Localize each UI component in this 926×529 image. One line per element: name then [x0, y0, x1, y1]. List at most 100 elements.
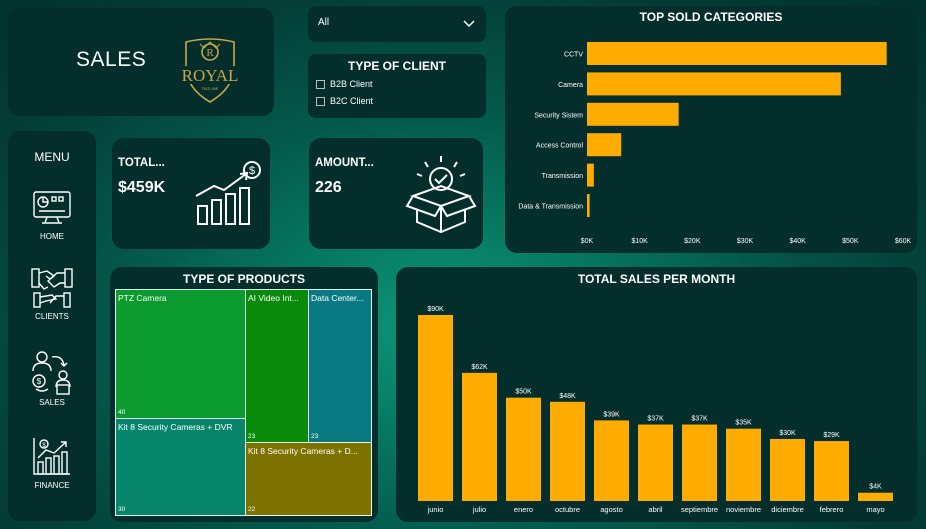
data-label: $30K [779, 430, 796, 437]
treemap-cell[interactable]: Kit 8 Security Cameras + DVR 30 [115, 418, 246, 516]
side-menu: MENU HOME CLIENTS $ SALES $ FINANCE [8, 131, 96, 521]
month-label: enero [514, 505, 533, 514]
growth-chart-icon: $ [195, 161, 261, 225]
x-tick-label: $0K [581, 238, 594, 245]
dollar-icon: $ [249, 165, 255, 177]
page-title: SALES [76, 48, 147, 71]
open-box-check-icon [405, 156, 477, 234]
menu-item-label: SALES [39, 398, 65, 407]
menu-item-label: HOME [40, 232, 64, 241]
treemap-cell-label: Data Center... [311, 293, 364, 303]
category-bar [587, 194, 590, 217]
month-label: octubre [555, 505, 580, 514]
month-label: julio [472, 505, 486, 514]
data-label: $35K [735, 420, 752, 427]
category-label: Transmission [542, 173, 583, 180]
data-label: $50K [515, 389, 532, 396]
month-label: agosto [600, 505, 623, 514]
month-bar [594, 420, 629, 501]
client-filter-title: TYPE OF CLIENT [347, 59, 446, 73]
x-tick-label: $10K [631, 238, 648, 245]
category-bar [587, 163, 594, 187]
treemap-cell-label: Kit 8 Security Cameras + D... [248, 446, 358, 456]
month-bar [506, 397, 541, 501]
kpi-amount-label: AMOUNT... [315, 157, 374, 169]
menu-item-finance[interactable]: $ FINANCE [8, 436, 96, 490]
x-tick-label: $50K [842, 238, 859, 245]
data-label: $48K [559, 393, 576, 400]
menu-item-label: FINANCE [34, 481, 70, 490]
x-tick-label: $60K [895, 238, 912, 245]
month-bar [770, 439, 805, 501]
menu-item-home[interactable]: HOME [8, 189, 96, 241]
menu-item-clients[interactable]: CLIENTS [8, 265, 96, 321]
treemap-title: TYPE OF PRODUCTS [182, 272, 305, 286]
treemap-cell-label: AI Video Int... [248, 293, 299, 303]
treemap-cell-count: 23 [311, 433, 319, 440]
data-label: $4K [869, 484, 882, 491]
month-label: mayo [866, 505, 884, 514]
month-bar [418, 315, 453, 501]
filter-dropdown[interactable]: All [308, 6, 486, 42]
x-tick-label: $40K [789, 238, 806, 245]
b2c-client-checkbox[interactable]: B2C Client [316, 96, 373, 106]
month-label: abril [648, 505, 663, 514]
products-treemap-card: TYPE OF PRODUCTS PTZ Camera 40 AI Video … [110, 267, 378, 522]
month-bar [462, 372, 497, 501]
dropdown-value: All [318, 17, 330, 28]
treemap-cell[interactable]: AI Video Int... 23 [245, 289, 309, 443]
category-label: Security Sistem [534, 112, 583, 119]
month-label: febrero [820, 505, 844, 514]
handshake-icon [31, 268, 73, 308]
checkbox-label: B2B Client [330, 79, 373, 89]
category-bar [587, 72, 841, 96]
menu-item-sales[interactable]: $ SALES [8, 349, 96, 407]
month-bar [814, 441, 849, 501]
x-tick-label: $20K [684, 238, 701, 245]
checkbox-label: B2C Client [330, 96, 374, 106]
treemap-cell[interactable]: Data Center... 23 [308, 289, 372, 443]
b2b-client-checkbox[interactable]: B2B Client [316, 79, 373, 89]
kpi-total-label: TOTAL... [118, 157, 165, 169]
data-label: $37K [691, 416, 708, 423]
x-tick-label: $30K [737, 238, 754, 245]
month-label: junio [427, 505, 444, 514]
month-bar [550, 401, 585, 501]
dollar-icon: $ [37, 377, 42, 386]
treemap-cell-label: PTZ Camera [118, 293, 167, 303]
data-label: $90K [427, 306, 444, 313]
monthly-bar-chart: $90K junio $62K julio $50K enero $48K octubre $3… [418, 306, 893, 514]
logo-text: ROYAL [182, 66, 239, 85]
menu-title: MENU [34, 150, 70, 164]
month-bar [726, 428, 761, 501]
data-label: $37K [647, 416, 664, 423]
sales-exchange-icon: $ [32, 351, 71, 395]
kpi-total-value: $459K [118, 179, 166, 196]
top-categories-chart: TOP SOLD CATEGORIES CCTV Camera Security S… [505, 6, 917, 253]
kpi-amount-value: 226 [315, 179, 342, 196]
category-bar [587, 102, 679, 126]
checkbox-icon [316, 79, 325, 89]
month-label: septiembre [681, 505, 718, 514]
royal-logo: R ROYAL TAGLINE [174, 38, 246, 103]
data-label: $62K [471, 364, 488, 371]
treemap-cell-label: Kit 8 Security Cameras + DVR [118, 422, 233, 432]
kpi-total-card: TOTAL... $459K $ [112, 138, 270, 249]
logo-tagline: TAGLINE [202, 86, 219, 91]
category-bar-chart: CCTV Camera Security Sistem Access Control T… [518, 42, 912, 245]
data-label: $29K [823, 432, 840, 439]
category-label: Access Control [536, 143, 584, 150]
chevron-down-icon [463, 20, 475, 28]
category-label: Data & Transmission [518, 204, 583, 211]
treemap-cell[interactable]: Kit 8 Security Cameras + D... 22 [245, 442, 372, 516]
logo-letter: R [206, 47, 214, 59]
treemap-cell-count: 23 [248, 433, 256, 440]
month-bar [858, 492, 893, 501]
month-bar [682, 424, 717, 501]
category-bar [587, 42, 887, 65]
treemap-cell-count: 22 [248, 506, 256, 513]
month-label: diciembre [771, 505, 804, 514]
treemap-cell[interactable]: PTZ Camera 40 [115, 289, 246, 419]
dashboard-icon [33, 191, 71, 224]
month-label: noviembre [726, 505, 761, 514]
